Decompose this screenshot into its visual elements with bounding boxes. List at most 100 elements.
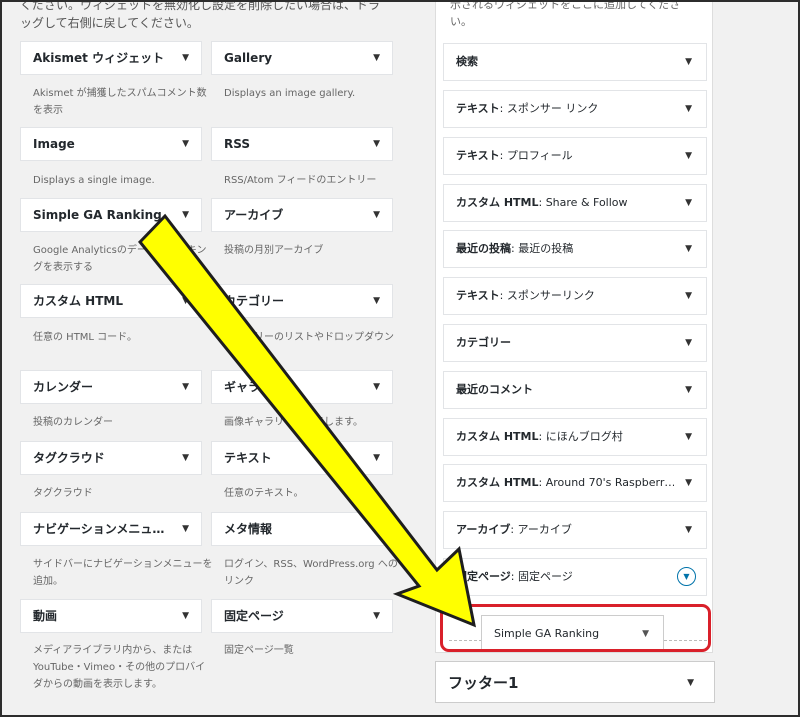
sidebar-description: 示されるウィジェットをここに追加してください。	[450, 0, 681, 28]
widget-description: カテゴリーのリストやドロップダウン	[224, 332, 394, 343]
triangle-down-icon[interactable]: ▼	[182, 128, 189, 160]
footer-area-title: フッター1	[448, 674, 519, 692]
sidebar-widget-recent-comments[interactable]: 最近のコメント ▼	[443, 371, 707, 409]
widget-akismet[interactable]: Akismet ウィジェット ▼	[20, 41, 202, 75]
widget-description: サイドバーにナビゲーションメニューを追加。	[33, 559, 213, 587]
triangle-down-icon[interactable]: ▼	[373, 285, 380, 317]
triangle-down-icon[interactable]: ▼	[373, 128, 380, 160]
triangle-down-icon[interactable]: ▼	[687, 662, 694, 704]
sidebar-widget-subtitle: : アーカイブ	[510, 523, 572, 536]
triangle-down-icon[interactable]: ▼	[182, 513, 189, 545]
triangle-down-icon[interactable]: ▼	[182, 442, 189, 474]
triangle-down-icon[interactable]: ▼	[685, 44, 692, 80]
sidebar-widget-name: 最近のコメント	[456, 383, 533, 396]
widget-title: メタ情報	[224, 522, 273, 536]
triangle-down-icon[interactable]: ▼	[373, 199, 380, 231]
triangle-down-icon[interactable]: ▼	[182, 199, 189, 231]
widget-title: Image	[33, 137, 75, 151]
widget-title: 動画	[33, 609, 58, 623]
widget-description: Displays a single image.	[33, 175, 155, 186]
sidebar-widget-name: テキスト	[456, 289, 500, 302]
triangle-down-icon[interactable]: ▼	[373, 442, 380, 474]
widget-archives[interactable]: アーカイブ ▼	[211, 198, 393, 232]
widget-custom-html[interactable]: カスタム HTML ▼	[20, 284, 202, 318]
widget-description: 固定ページ一覧	[224, 645, 294, 656]
triangle-down-icon[interactable]: ▼	[685, 138, 692, 174]
sidebar-widget-name: 最近の投稿	[456, 242, 511, 255]
triangle-down-icon[interactable]: ▼	[685, 185, 692, 221]
sidebar-widget-html-share[interactable]: カスタム HTML: Share & Follow ▼	[443, 184, 707, 222]
widget-pages[interactable]: 固定ページ ▼	[211, 599, 393, 633]
widget-simple-ga-ranking[interactable]: Simple GA Ranking ▼	[20, 198, 202, 232]
triangle-down-icon[interactable]: ▼	[685, 91, 692, 127]
triangle-down-icon[interactable]: ▼	[685, 325, 692, 361]
sidebar-widget-subtitle: : プロフィール	[499, 149, 573, 162]
widget-video[interactable]: 動画 ▼	[20, 599, 202, 633]
widget-description: 任意のテキスト。	[224, 488, 304, 499]
footer-widget-area[interactable]: フッター1 ▼	[435, 661, 715, 703]
triangle-down-icon[interactable]: ▼	[182, 371, 189, 403]
triangle-down-icon[interactable]: ▼	[685, 231, 692, 267]
widget-text[interactable]: テキスト ▼	[211, 441, 393, 475]
triangle-down-icon[interactable]: ▼	[373, 513, 380, 545]
widget-title: 固定ページ	[224, 609, 284, 623]
widget-gallery[interactable]: Gallery ▼	[211, 41, 393, 75]
widget-description: 投稿のカレンダー	[33, 417, 113, 428]
widget-tag-cloud[interactable]: タグクラウド ▼	[20, 441, 202, 475]
widget-description: 投稿の月別アーカイブ	[224, 245, 324, 256]
sidebar-widget-search[interactable]: 検索 ▼	[443, 43, 707, 81]
widget-title: タグクラウド	[33, 451, 105, 465]
widget-calendar[interactable]: カレンダー ▼	[20, 370, 202, 404]
sidebar-widget-pages[interactable]: 固定ページ: 固定ページ ▼	[443, 558, 707, 596]
widget-description: RSS/Atom フィードのエントリー	[224, 175, 377, 186]
widget-description: 任意の HTML コード。	[33, 332, 137, 343]
widget-rss[interactable]: RSS ▼	[211, 127, 393, 161]
screenshot-frame: ください。ウィジェットを無効化し設定を削除したい場合は、ドラッグして右側に戻して…	[0, 0, 800, 717]
instructions-text: ください。ウィジェットを無効化し設定を削除したい場合は、ドラッグして右側に戻して…	[20, 0, 381, 30]
widget-description: メディアライブラリ内から、または YouTube・Vimeo・その他のプロバイダ…	[33, 645, 206, 690]
widget-meta[interactable]: メタ情報 ▼	[211, 512, 393, 546]
sidebar-widget-categories[interactable]: カテゴリー ▼	[443, 324, 707, 362]
widget-description: Displays an image gallery.	[224, 88, 356, 99]
triangle-down-icon[interactable]: ▼	[182, 42, 189, 74]
sidebar-widget-html-blogmura[interactable]: カスタム HTML: にほんブログ村 ▼	[443, 418, 707, 456]
triangle-down-icon[interactable]: ▼	[373, 371, 380, 403]
widget-title: Simple GA Ranking	[33, 208, 162, 222]
circle-down-icon[interactable]: ▼	[677, 567, 696, 586]
triangle-down-icon[interactable]: ▼	[685, 465, 692, 501]
triangle-down-icon[interactable]: ▼	[182, 600, 189, 632]
sidebar-widget-name: 固定ページ	[456, 570, 511, 583]
sidebar-widget-text-profile[interactable]: テキスト: プロフィール ▼	[443, 137, 707, 175]
sidebar-widget-name: テキスト	[456, 102, 500, 115]
sidebar-widget-recent-posts[interactable]: 最近の投稿: 最近の投稿 ▼	[443, 230, 707, 268]
widget-title: カスタム HTML	[33, 294, 123, 308]
sidebar-widget-subtitle: : Around 70's Raspberr…	[538, 476, 675, 489]
sidebar-widget-name: 検索	[456, 55, 478, 68]
sidebar-widget-name: カスタム HTML	[456, 196, 539, 209]
triangle-down-icon[interactable]: ▼	[182, 285, 189, 317]
sidebar-widget-text-sponsor[interactable]: テキスト: スポンサー リンク ▼	[443, 90, 707, 128]
sidebar-widget-html-raspberry[interactable]: カスタム HTML: Around 70's Raspberr… ▼	[443, 464, 707, 502]
triangle-down-icon[interactable]: ▼	[685, 419, 692, 455]
widget-title: ナビゲーションメニュ…	[33, 522, 165, 536]
widget-image[interactable]: Image ▼	[20, 127, 202, 161]
drop-zone-highlight	[440, 604, 711, 652]
triangle-down-icon[interactable]: ▼	[685, 278, 692, 314]
sidebar-widget-archives[interactable]: アーカイブ: アーカイブ ▼	[443, 511, 707, 549]
widget-gallery-jp[interactable]: ギャラリー ▼	[211, 370, 393, 404]
triangle-down-icon[interactable]: ▼	[373, 42, 380, 74]
widget-title: アーカイブ	[224, 208, 284, 222]
widget-description: Google Analyticsのデータでランキングを表示する	[33, 245, 207, 273]
widget-title: Gallery	[224, 51, 273, 65]
sidebar-widget-name: カスタム HTML	[456, 430, 539, 443]
sidebar-widget-subtitle: : 最近の投稿	[511, 242, 574, 255]
sidebar-widget-subtitle: : 固定ページ	[510, 570, 573, 583]
sidebar-widget-name: カスタム HTML	[456, 476, 539, 489]
widget-navigation-menu[interactable]: ナビゲーションメニュ… ▼	[20, 512, 202, 546]
sidebar-widget-text-sponsor2[interactable]: テキスト: スポンサーリンク ▼	[443, 277, 707, 315]
sidebar-widget-subtitle: : スポンサーリンク	[499, 289, 595, 302]
triangle-down-icon[interactable]: ▼	[685, 372, 692, 408]
widget-categories[interactable]: カテゴリー ▼	[211, 284, 393, 318]
triangle-down-icon[interactable]: ▼	[373, 600, 380, 632]
triangle-down-icon[interactable]: ▼	[685, 512, 692, 548]
